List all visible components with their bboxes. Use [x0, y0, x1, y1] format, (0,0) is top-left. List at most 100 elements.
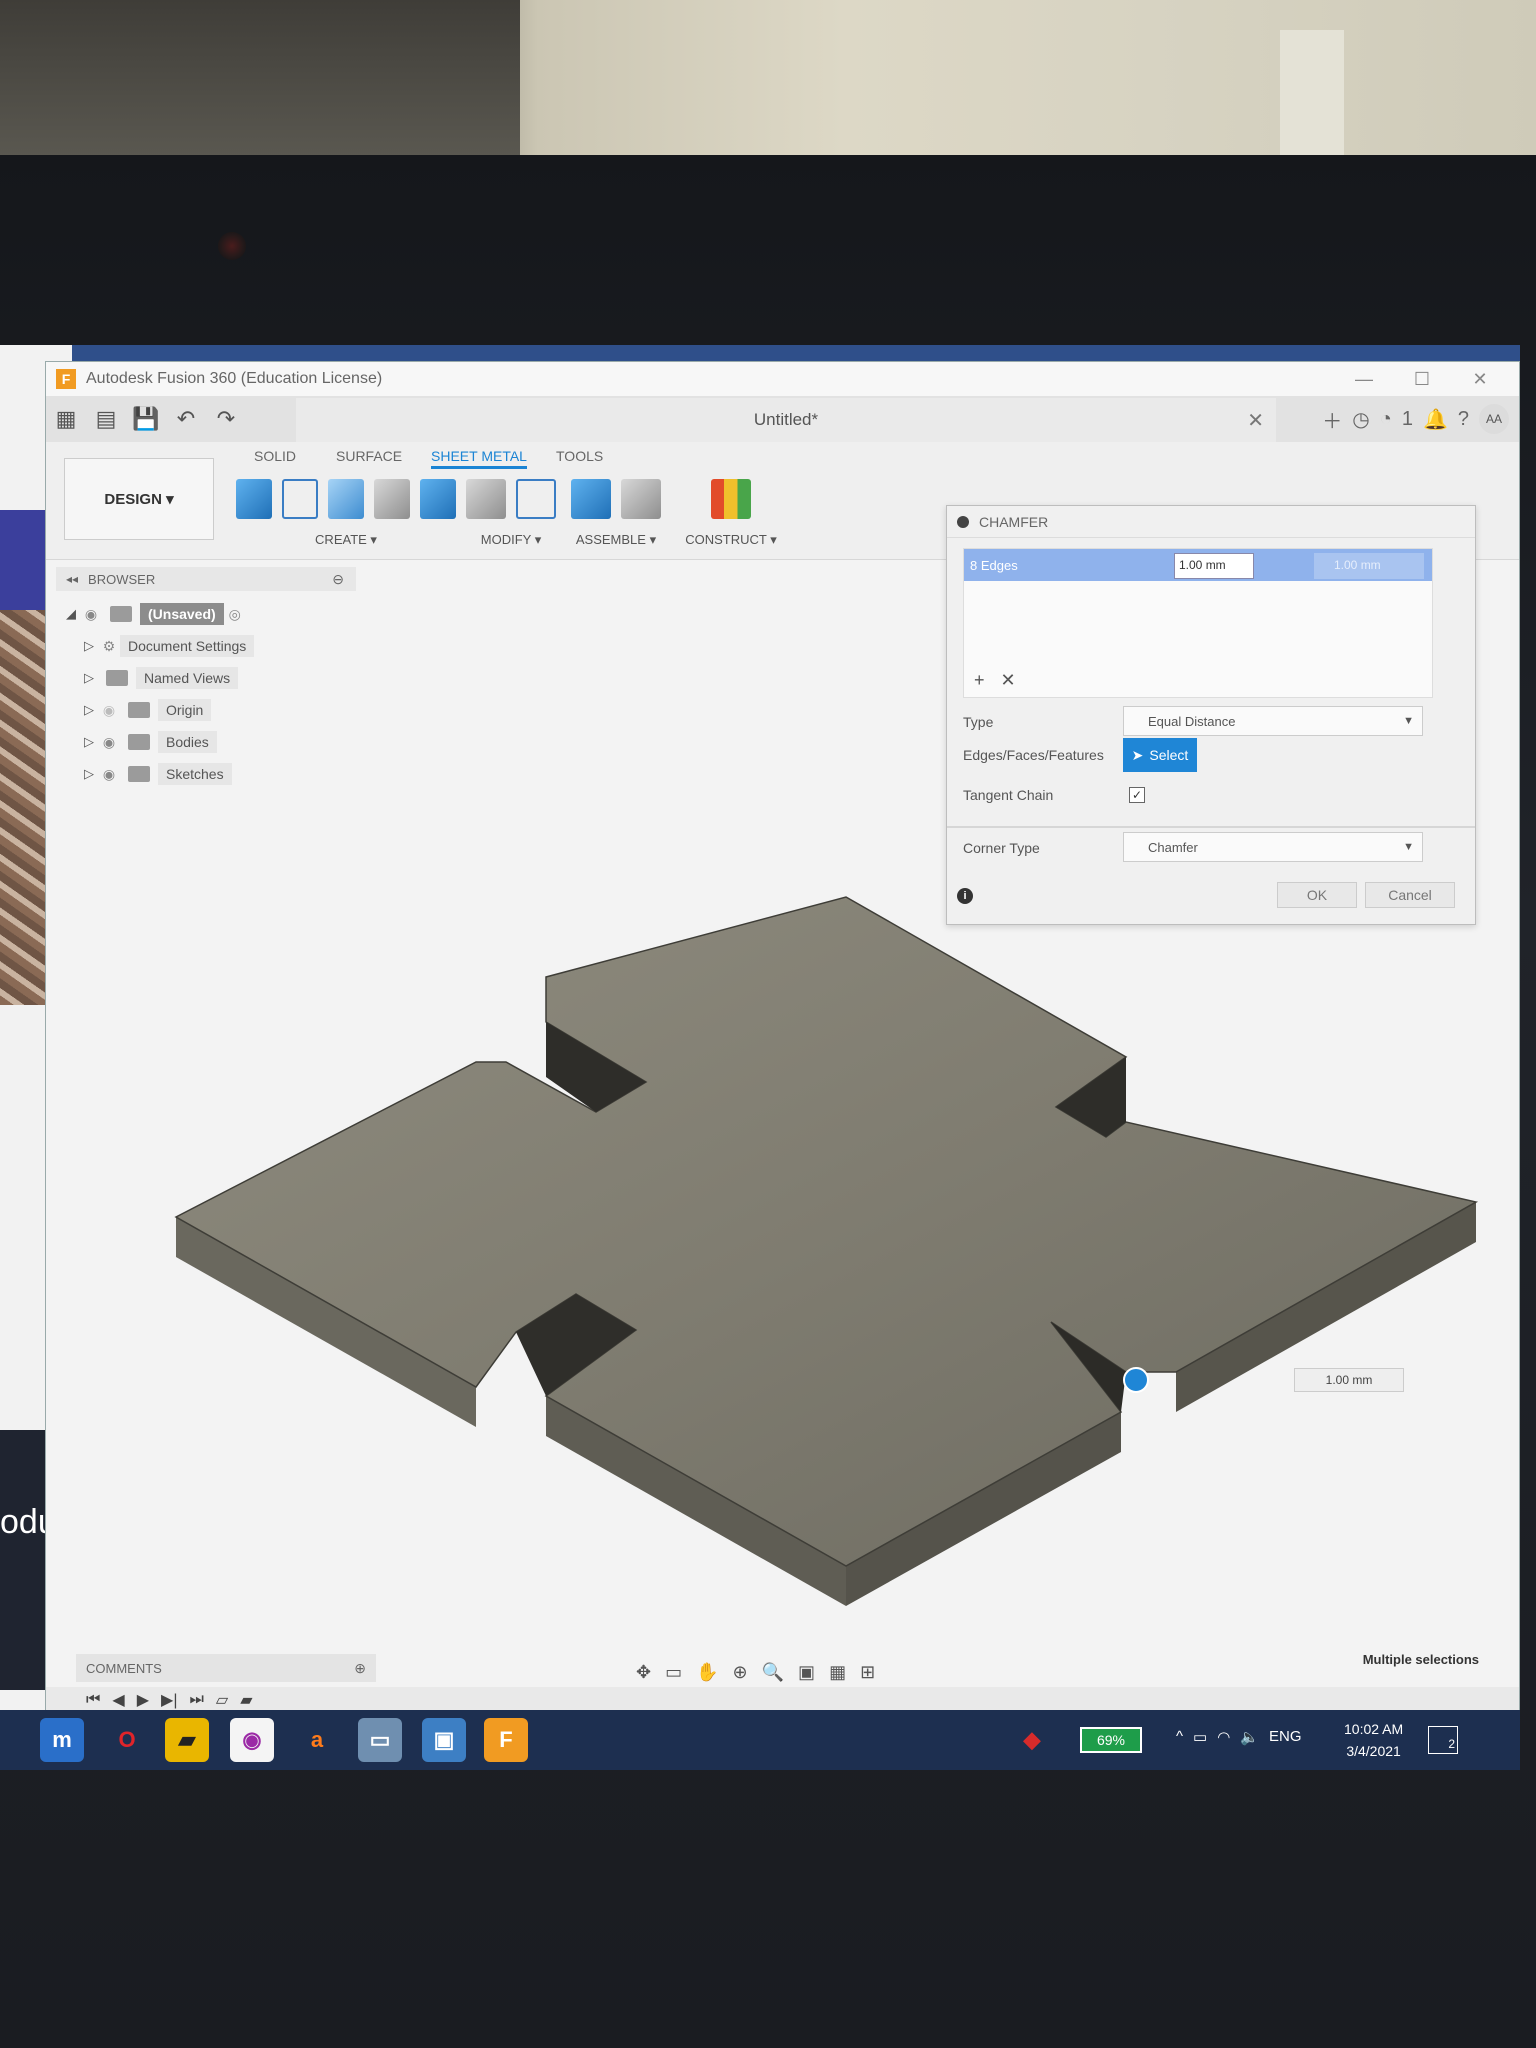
- distance-2-input[interactable]: 1.00 mm: [1314, 553, 1424, 579]
- volume-icon[interactable]: 🔈: [1240, 1728, 1259, 1746]
- play-icon[interactable]: ▶: [137, 1690, 149, 1710]
- tree-item-named-views[interactable]: ▷ Named Views: [66, 662, 366, 694]
- battery-indicator[interactable]: 69%: [1080, 1727, 1142, 1753]
- step-forward-icon[interactable]: ▶|: [161, 1690, 177, 1710]
- step-back-icon[interactable]: ◀: [112, 1690, 124, 1710]
- chamfer-distance-manipulator-icon[interactable]: [1123, 1367, 1149, 1393]
- tangent-chain-checkbox[interactable]: ✓: [1129, 787, 1145, 803]
- cancel-button[interactable]: Cancel: [1365, 882, 1455, 908]
- visibility-eye-icon[interactable]: ◉: [98, 734, 120, 751]
- pan-icon[interactable]: ✋: [696, 1662, 718, 1683]
- expand-triangle-icon[interactable]: ▷: [84, 638, 98, 654]
- go-to-end-icon[interactable]: ⏭: [190, 1691, 204, 1709]
- file-menu-icon[interactable]: ▤: [86, 399, 126, 439]
- tab-sheet-metal[interactable]: SHEET METAL: [431, 448, 527, 469]
- new-tab-icon[interactable]: ＋: [1322, 405, 1342, 434]
- notifications-bell-icon[interactable]: 🔔: [1423, 407, 1448, 432]
- construct-menu[interactable]: CONSTRUCT ▾: [676, 532, 786, 548]
- close-icon[interactable]: ✕: [1451, 362, 1509, 396]
- opera-icon[interactable]: O: [105, 1718, 149, 1762]
- orbit-icon[interactable]: ✥: [636, 1662, 651, 1683]
- select-button[interactable]: ➤ Select: [1123, 738, 1197, 772]
- modify-menu[interactable]: MODIFY ▾: [466, 532, 556, 548]
- wifi-icon[interactable]: ◠: [1217, 1728, 1230, 1746]
- collapse-dialog-icon[interactable]: [957, 515, 969, 528]
- sheet-metal-rules-icon[interactable]: [466, 479, 506, 519]
- browser-minimize-icon[interactable]: ⊖: [332, 571, 344, 588]
- taskbar-app-m-icon[interactable]: m: [40, 1718, 84, 1762]
- new-component-assemble-icon[interactable]: [571, 479, 611, 519]
- tab-surface[interactable]: SURFACE: [336, 448, 402, 464]
- minimize-icon[interactable]: —: [1335, 362, 1393, 396]
- type-dropdown[interactable]: Equal Distance ▼: [1123, 706, 1423, 736]
- grid-settings-icon[interactable]: ▦: [829, 1662, 846, 1683]
- browser-icon[interactable]: ◉: [230, 1718, 274, 1762]
- language-indicator[interactable]: ENG: [1269, 1728, 1302, 1746]
- distance-input[interactable]: 1.00 mm: [1174, 553, 1254, 579]
- go-to-start-icon[interactable]: ⏮: [86, 1691, 100, 1709]
- control-panel-icon[interactable]: ▣: [422, 1718, 466, 1762]
- flange-icon[interactable]: [328, 479, 365, 519]
- press-pull-icon[interactable]: [516, 479, 556, 519]
- info-icon[interactable]: i: [957, 888, 973, 904]
- battery-icon[interactable]: ▭: [1193, 1728, 1207, 1746]
- redo-icon[interactable]: ↷: [206, 399, 246, 439]
- zoom-icon[interactable]: ⊕: [733, 1662, 748, 1683]
- document-close-icon[interactable]: ✕: [1247, 408, 1264, 433]
- assemble-menu[interactable]: ASSEMBLE ▾: [571, 532, 661, 548]
- save-icon[interactable]: 💾: [126, 399, 166, 439]
- display-settings-icon[interactable]: ▣: [798, 1662, 815, 1683]
- user-avatar[interactable]: AA: [1479, 404, 1509, 434]
- viewports-icon[interactable]: ⊞: [860, 1662, 875, 1683]
- security-tray-icon[interactable]: ◆: [1010, 1718, 1054, 1762]
- job-status-icon[interactable]: ◔: [1380, 408, 1392, 431]
- tab-tools[interactable]: TOOLS: [556, 448, 603, 464]
- clock[interactable]: 10:02 AM 3/4/2021: [1344, 1718, 1403, 1762]
- timeline-sketch-icon[interactable]: ▱: [216, 1690, 228, 1710]
- extrude-icon[interactable]: [420, 479, 457, 519]
- look-at-icon[interactable]: ▭: [665, 1662, 682, 1683]
- edge-set-row[interactable]: 8 Edges 1.00 mm 1.00 mm: [964, 549, 1432, 581]
- sticky-notes-icon[interactable]: ▰: [165, 1718, 209, 1762]
- undo-icon[interactable]: ↶: [166, 399, 206, 439]
- photos-icon[interactable]: ▭: [358, 1718, 402, 1762]
- visibility-eye-icon[interactable]: ◉: [80, 606, 102, 623]
- zoom-window-icon[interactable]: 🔍: [762, 1662, 784, 1683]
- offset-plane-icon[interactable]: [711, 479, 751, 519]
- expand-triangle-icon[interactable]: ▷: [84, 766, 98, 782]
- top-face[interactable]: [174, 896, 1479, 1567]
- notifications-icon[interactable]: 2: [1428, 1726, 1458, 1754]
- tab-solid[interactable]: SOLID: [254, 448, 296, 464]
- activate-radio-icon[interactable]: ◎: [224, 606, 246, 623]
- expand-triangle-icon[interactable]: ▷: [84, 670, 98, 686]
- document-tab[interactable]: Untitled* ✕: [296, 398, 1276, 442]
- create-sketch-icon[interactable]: [281, 479, 319, 519]
- ok-button[interactable]: OK: [1277, 882, 1357, 908]
- chevron-up-icon[interactable]: ^: [1176, 1728, 1183, 1746]
- extensions-icon[interactable]: ◷: [1352, 407, 1369, 432]
- maximize-icon[interactable]: ☐: [1393, 362, 1451, 396]
- create-menu[interactable]: CREATE ▾: [236, 532, 456, 548]
- expand-triangle-icon[interactable]: ▷: [84, 702, 98, 718]
- remove-edge-set-icon[interactable]: ✕: [1001, 670, 1016, 691]
- fusion-taskbar-icon[interactable]: F: [484, 1718, 528, 1762]
- tree-item-origin[interactable]: ▷ ◉ Origin: [66, 694, 366, 726]
- collapse-browser-icon[interactable]: ◂◂: [66, 572, 78, 586]
- new-component-icon[interactable]: [236, 479, 272, 519]
- timeline-flange-icon[interactable]: ▰: [240, 1690, 252, 1710]
- help-icon[interactable]: ?: [1458, 408, 1469, 431]
- add-edge-set-icon[interactable]: +: [974, 670, 985, 691]
- tree-root[interactable]: ◢ ◉ (Unsaved) ◎: [66, 598, 366, 630]
- corner-type-dropdown[interactable]: Chamfer ▼: [1123, 832, 1423, 862]
- chamfer-dialog-header[interactable]: CHAMFER: [947, 506, 1475, 538]
- data-panel-grid-icon[interactable]: ▦: [46, 399, 86, 439]
- expand-triangle-icon[interactable]: ▷: [84, 734, 98, 750]
- avast-icon[interactable]: a: [295, 1718, 339, 1762]
- visibility-eye-icon[interactable]: ◉: [98, 766, 120, 783]
- bend-icon[interactable]: [374, 479, 411, 519]
- tree-item-document-settings[interactable]: ▷ ⚙ Document Settings: [66, 630, 366, 662]
- collapse-triangle-icon[interactable]: ◢: [66, 606, 80, 622]
- workspace-switcher[interactable]: DESIGN ▾: [64, 458, 214, 540]
- hidden-eye-icon[interactable]: ◉: [98, 702, 120, 719]
- add-comment-icon[interactable]: ⊕: [354, 1660, 366, 1677]
